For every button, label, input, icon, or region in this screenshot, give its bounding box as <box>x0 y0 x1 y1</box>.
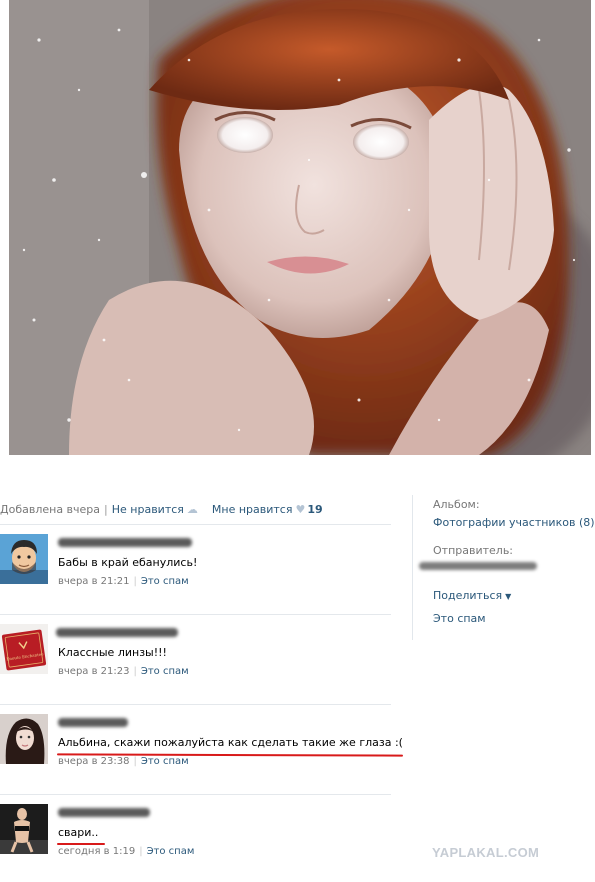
comment-item: Enoute Enchantee Классные линзы!!! вчера… <box>0 624 410 694</box>
comments-divider <box>0 614 391 615</box>
comment-text: Альбина, скажи пожалуйста как сделать та… <box>58 736 403 749</box>
comment-item: свари.. сегодня в 1:19 | Это спам <box>0 804 410 874</box>
comment-meta: вчера в 21:21 | Это спам <box>58 576 189 587</box>
report-spam-link[interactable]: Это спам <box>433 612 595 626</box>
comment-meta: вчера в 23:38 | Это спам <box>58 756 189 767</box>
watermark: YAPLAKAL.COM <box>432 845 540 860</box>
comments-divider <box>0 524 391 525</box>
comments-divider <box>0 794 391 795</box>
comment-date[interactable]: сегодня в 1:19 <box>58 846 135 857</box>
chevron-down-icon: ▼ <box>505 592 512 601</box>
dislike-link[interactable]: Не нравится <box>112 503 184 516</box>
column-divider <box>412 495 413 640</box>
heart-icon[interactable]: ♥ <box>295 503 305 516</box>
report-spam-link[interactable]: Это спам <box>141 666 189 677</box>
post-photo[interactable] <box>9 0 591 455</box>
sender-label: Отправитель: <box>433 544 514 557</box>
like-link[interactable]: Мне нравится <box>212 503 293 516</box>
photo-sidebar: Альбом: Фотографии участников (8) Отправ… <box>419 498 595 626</box>
comment-date[interactable]: вчера в 21:21 <box>58 576 130 587</box>
comment-meta: вчера в 21:23 | Это спам <box>58 666 189 677</box>
report-spam-link[interactable]: Это спам <box>141 576 189 587</box>
sender-name-redacted[interactable] <box>419 562 537 570</box>
report-spam-link[interactable]: Это спам <box>141 756 189 767</box>
added-date: Добавлена вчера <box>0 502 101 516</box>
album-label: Альбом: <box>433 498 480 511</box>
comment-text: Бабы в край ебанулись! <box>58 556 198 569</box>
comment-date[interactable]: вчера в 21:23 <box>58 666 130 677</box>
author-name-redacted[interactable] <box>58 808 150 817</box>
avatar[interactable] <box>0 714 48 764</box>
meta-separator: | <box>104 502 108 516</box>
comment-meta: сегодня в 1:19 | Это спам <box>58 846 194 857</box>
meta-separator: | <box>133 756 137 767</box>
like-count[interactable]: 19 <box>307 503 322 516</box>
author-name-redacted[interactable] <box>56 628 178 637</box>
author-name-redacted[interactable] <box>58 538 192 547</box>
avatar[interactable] <box>0 804 48 854</box>
meta-separator: | <box>139 846 143 857</box>
comment-text: свари.. <box>58 826 99 839</box>
share-label: Поделиться <box>433 589 503 602</box>
meta-separator: | <box>133 576 137 587</box>
meta-separator: | <box>133 666 137 677</box>
share-button[interactable]: Поделиться ▼ <box>433 589 595 603</box>
comments-divider <box>0 704 391 705</box>
comment-text: Классные линзы!!! <box>58 646 167 659</box>
author-name-redacted[interactable] <box>58 718 128 727</box>
comment-item: Альбина, скажи пожалуйста как сделать та… <box>0 714 410 784</box>
dislike-icon[interactable]: ☁ <box>187 503 198 516</box>
photo-illustration <box>9 0 591 455</box>
highlight-underline <box>57 843 105 845</box>
avatar[interactable] <box>0 534 48 584</box>
post-meta: Добавлена вчера | Не нравится ☁ Мне нравится… <box>0 502 323 518</box>
comment-date[interactable]: вчера в 23:38 <box>58 756 130 767</box>
comment-item: Бабы в край ебанулись! вчера в 21:21 | Это… <box>0 534 410 604</box>
report-spam-link[interactable]: Это спам <box>147 846 195 857</box>
avatar[interactable]: Enoute Enchantee <box>0 624 48 674</box>
album-link[interactable]: Фотографии участников (8) <box>433 516 595 530</box>
